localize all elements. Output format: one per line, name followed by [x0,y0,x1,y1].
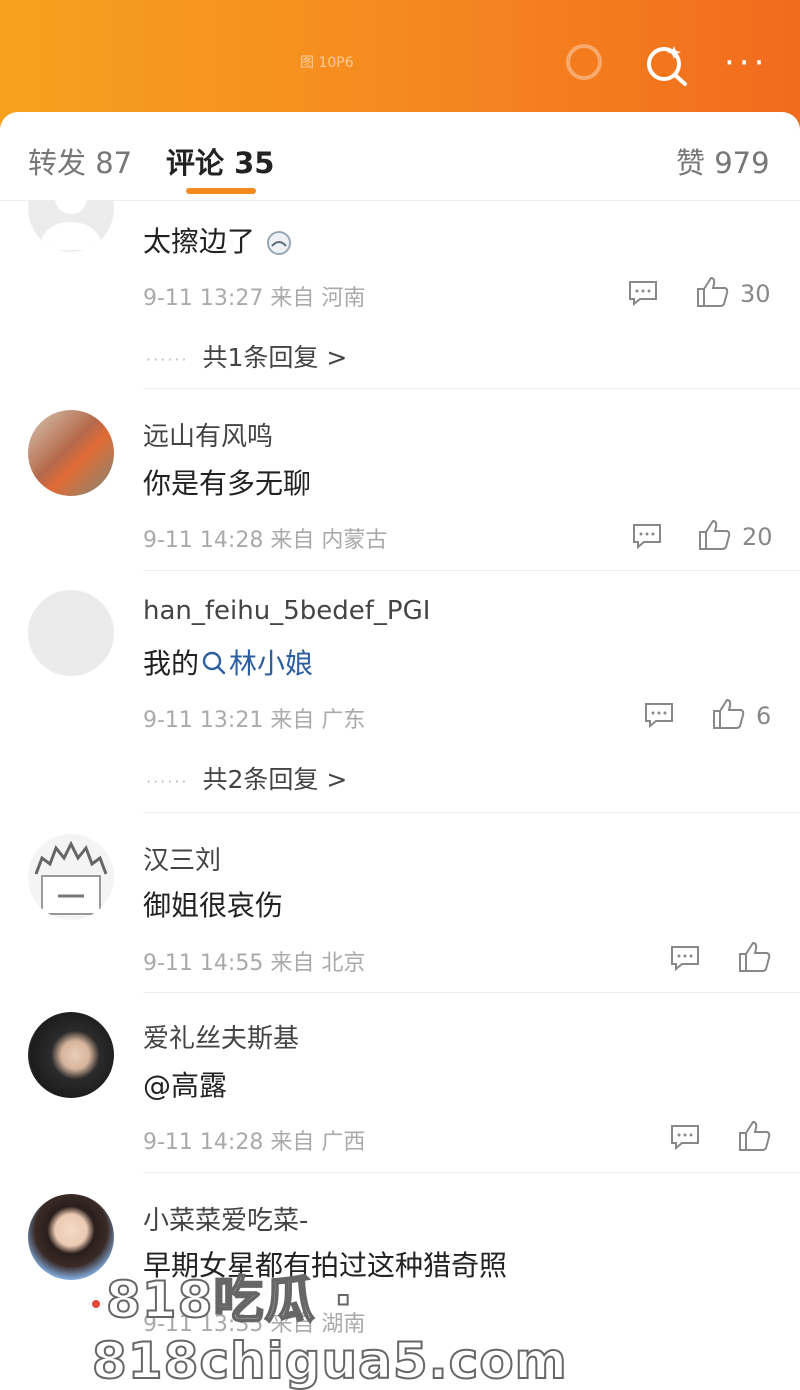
comment-meta: 9-11 14:28 来自 内蒙古 [143,522,387,554]
from-label: 来自 [270,528,315,553]
comment-text-prefix: 我的 [143,647,200,680]
comment-meta: 9-11 13:21 来自 广东 [143,702,365,734]
watermark-dot-icon [92,1299,100,1308]
avatar[interactable] [28,590,114,676]
divider [143,570,800,571]
tab-likes[interactable]: 赞 979 [676,140,770,182]
tab-comments[interactable]: 评论 35 [166,140,274,182]
reply-icon[interactable] [670,945,700,971]
like-count: 20 [742,523,773,551]
comment-meta: 9-11 14:55 来自 北京 [143,945,365,977]
comment-username[interactable]: 汉三刘 [143,840,221,877]
comments-sheet: 转发 87 评论 35 赞 979 太擦边了 9-11 13:27 来自 河南 … [0,112,800,1358]
ellipsis-icon: ······ [146,771,189,791]
like-icon[interactable] [696,276,730,308]
from-label: 来自 [270,951,315,976]
like-icon[interactable] [738,1120,772,1152]
comment-time: 9-11 13:27 [143,286,264,311]
tab-repost[interactable]: 转发 87 [28,140,132,182]
avatar[interactable] [28,410,114,496]
like-icon[interactable] [712,698,746,730]
comment-text: @高露 [143,1069,228,1102]
reply-icon[interactable] [670,1124,700,1150]
comment-username[interactable]: 爱礼丝夫斯基 [143,1018,299,1055]
from-label: 来自 [270,286,315,311]
reply-icon[interactable] [644,702,674,728]
like-icon[interactable] [698,519,732,551]
comment-location: 北京 [321,951,366,976]
comment-time: 9-11 14:28 [143,528,264,553]
divider [143,1172,800,1173]
more-options-button[interactable]: ··· [724,46,768,80]
comment-time: 9-11 14:55 [143,951,264,976]
avatar[interactable] [28,1012,114,1098]
emoji-icon [264,228,294,258]
divider [143,388,800,389]
ellipsis-icon: ······ [146,349,189,369]
reply-icon[interactable] [628,280,658,306]
comment-location: 内蒙古 [321,528,388,553]
like-count: 6 [756,702,772,730]
comment-time: 9-11 13:21 [143,708,264,733]
comment-meta: 9-11 13:27 来自 河南 [143,280,365,312]
comment-username[interactable]: 小菜菜爱吃菜- [143,1200,308,1237]
comment-location: 河南 [321,286,366,311]
comment-time: 9-11 14:28 [143,1130,264,1155]
loading-icon [566,44,602,80]
watermark-text: 818吃瓜 · 818chigua5.com [91,1270,568,1390]
watermark: 818吃瓜 · 818chigua5.com [91,1260,800,1390]
comment-username[interactable]: han_feihu_5bedef_PGI [143,596,430,626]
comment-text: 御姐很哀伤 [143,889,284,922]
view-replies-link[interactable]: ······ 共2条回复 > [146,760,347,796]
comment-location: 广西 [321,1130,366,1155]
topic-label: 林小娘 [229,647,314,680]
comment-username[interactable]: 远山有风鸣 [143,416,273,453]
comment-location: 广东 [321,708,366,733]
divider [143,992,800,993]
app-header: 图 10P6 ··· [0,0,800,130]
comment-text: 你是有多无聊 [143,467,312,500]
comment-meta: 9-11 14:28 来自 广西 [143,1124,365,1156]
from-label: 来自 [270,708,315,733]
replies-label: 共1条回复 > [202,343,348,372]
comment-text: 太擦边了 [143,220,294,260]
avatar[interactable] [28,834,114,920]
comment-text: 我的 林小娘 [143,642,313,682]
replies-label: 共2条回复 > [202,765,348,794]
divider [143,812,800,813]
tab-bar: 转发 87 评论 35 赞 979 [0,112,800,201]
search-icon [202,651,226,675]
search-icon[interactable] [644,42,690,88]
like-count: 30 [740,280,771,308]
reply-icon[interactable] [632,523,662,549]
view-replies-link[interactable]: ······ 共1条回复 > [146,338,347,374]
like-icon[interactable] [738,941,772,973]
active-tab-indicator [186,188,256,194]
search-topic-link[interactable]: 林小娘 [199,647,313,680]
from-label: 来自 [270,1130,315,1155]
header-title: 图 10P6 [300,55,354,71]
